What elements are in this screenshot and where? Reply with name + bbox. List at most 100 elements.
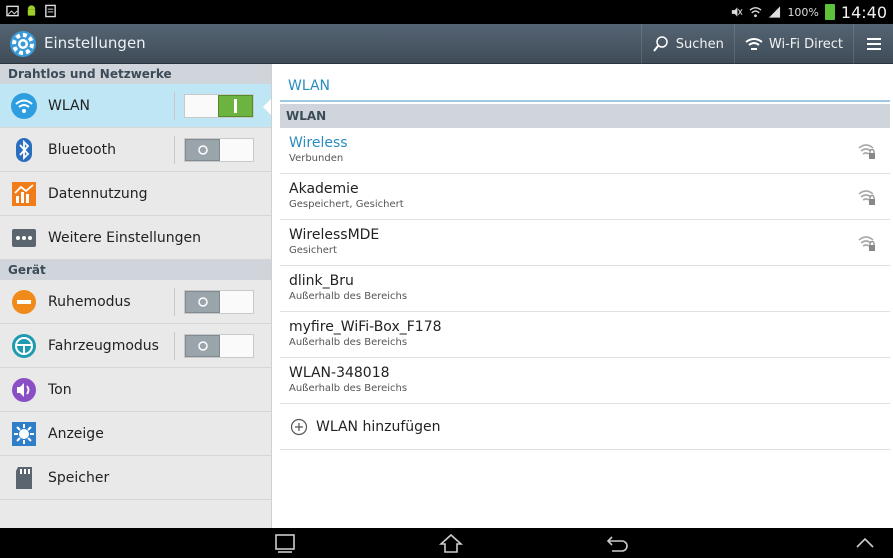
add-circle-icon bbox=[290, 418, 308, 435]
wlan-panel: WLAN WLAN Wireless Verbunden Akademie Ge… bbox=[280, 64, 893, 528]
steering-wheel-icon bbox=[12, 333, 36, 358]
menu-item-label: Bluetooth bbox=[48, 141, 116, 158]
network-status: Gesichert bbox=[289, 245, 337, 256]
network-row-wireless[interactable]: Wireless Verbunden bbox=[280, 128, 890, 174]
menu-item-display[interactable]: Anzeige bbox=[0, 412, 271, 456]
back-icon[interactable] bbox=[604, 532, 630, 554]
search-icon bbox=[653, 36, 668, 52]
overflow-menu-button[interactable] bbox=[853, 24, 893, 64]
toggle-knob bbox=[185, 139, 220, 161]
title-divider bbox=[280, 100, 890, 102]
section-header-device: Gerät bbox=[0, 260, 271, 280]
notes-icon bbox=[45, 4, 56, 18]
menu-item-label: Ton bbox=[48, 381, 72, 398]
toggle-track bbox=[220, 291, 253, 313]
action-bar: Einstellungen Suchen Wi-Fi Direct bbox=[0, 24, 893, 64]
network-name: Wireless bbox=[289, 135, 348, 151]
menu-item-car-mode[interactable]: Fahrzeugmodus bbox=[0, 324, 271, 368]
home-icon[interactable] bbox=[438, 532, 464, 554]
network-list: Wireless Verbunden Akademie Gespeichert,… bbox=[280, 128, 890, 450]
more-icon bbox=[12, 228, 36, 247]
network-status: Außerhalb des Bereichs bbox=[289, 337, 408, 348]
add-network-button[interactable]: WLAN hinzufügen bbox=[280, 404, 890, 450]
secured-wifi-signal-icon bbox=[858, 190, 875, 205]
gallery-icon bbox=[6, 5, 19, 17]
network-row-wirelessmde[interactable]: WirelessMDE Gesichert bbox=[280, 220, 890, 266]
chevron-up-icon[interactable] bbox=[852, 532, 878, 554]
network-name: WLAN-348018 bbox=[289, 365, 390, 381]
menu-item-label: Ruhemodus bbox=[48, 293, 131, 310]
menu-item-label: Fahrzeugmodus bbox=[48, 337, 159, 354]
mute-icon bbox=[732, 7, 743, 17]
data-usage-icon bbox=[12, 181, 36, 206]
car-mode-toggle[interactable] bbox=[184, 334, 254, 358]
toggle-off-icon bbox=[197, 145, 208, 155]
bluetooth-icon bbox=[16, 137, 32, 162]
secured-wifi-signal-icon bbox=[858, 236, 875, 251]
menu-item-label: Anzeige bbox=[48, 425, 104, 442]
divider bbox=[174, 92, 175, 120]
networks-header: WLAN bbox=[280, 104, 890, 128]
recent-apps-icon[interactable] bbox=[272, 532, 298, 554]
search-label: Suchen bbox=[675, 36, 724, 52]
android-icon bbox=[27, 5, 36, 16]
storage-icon bbox=[16, 466, 32, 489]
network-status: Verbunden bbox=[289, 153, 344, 164]
menu-item-storage[interactable]: Speicher bbox=[0, 456, 271, 500]
signal-icon bbox=[769, 6, 781, 18]
menu-item-bluetooth[interactable]: Bluetooth bbox=[0, 128, 271, 172]
toggle-track bbox=[220, 335, 253, 357]
wifi-direct-label: Wi-Fi Direct bbox=[768, 36, 843, 52]
menu-item-sound[interactable]: Ton bbox=[0, 368, 271, 412]
network-status: Außerhalb des Bereichs bbox=[289, 383, 408, 394]
menu-item-sleep-mode[interactable]: Ruhemodus bbox=[0, 280, 271, 324]
wifi-direct-button[interactable]: Wi-Fi Direct bbox=[733, 24, 853, 64]
menu-icon bbox=[866, 38, 881, 50]
app-title: Einstellungen bbox=[44, 34, 146, 52]
toggle-track bbox=[185, 95, 218, 117]
section-header-wireless: Drahtlos und Netzwerke bbox=[0, 64, 271, 84]
toggle-knob bbox=[218, 95, 253, 117]
network-row-akademie[interactable]: Akademie Gespeichert, Gesichert bbox=[280, 174, 890, 220]
network-name: dlink_Bru bbox=[289, 273, 354, 289]
status-bar: 100% 14:40 bbox=[0, 0, 893, 24]
menu-item-label: Datennutzung bbox=[48, 185, 148, 202]
menu-item-label: Speicher bbox=[48, 469, 110, 486]
settings-app-icon[interactable] bbox=[8, 29, 38, 59]
toggle-knob bbox=[185, 291, 220, 313]
clock: 14:40 bbox=[840, 2, 887, 22]
panel-title: WLAN bbox=[288, 78, 331, 94]
network-name: myfire_WiFi-Box_F178 bbox=[289, 319, 442, 335]
bluetooth-toggle[interactable] bbox=[184, 138, 254, 162]
divider bbox=[174, 332, 175, 360]
add-network-label: WLAN hinzufügen bbox=[316, 418, 441, 435]
sleep-mode-toggle[interactable] bbox=[184, 290, 254, 314]
battery-percent: 100% bbox=[787, 5, 819, 19]
menu-item-label: WLAN bbox=[48, 97, 91, 114]
toggle-on-icon bbox=[233, 99, 237, 113]
menu-item-wlan[interactable]: WLAN bbox=[0, 84, 271, 128]
secured-wifi-signal-icon bbox=[858, 144, 875, 159]
toggle-off-icon bbox=[197, 297, 208, 307]
divider bbox=[174, 136, 175, 164]
battery-icon bbox=[824, 4, 835, 20]
wlan-toggle[interactable] bbox=[184, 94, 254, 118]
network-row-dlink-bru[interactable]: dlink_Bru Außerhalb des Bereichs bbox=[280, 266, 890, 312]
settings-menu: Drahtlos und Netzwerke WLAN Bluetooth Da… bbox=[0, 64, 272, 528]
toggle-knob bbox=[185, 335, 220, 357]
network-status: Außerhalb des Bereichs bbox=[289, 291, 408, 302]
search-button[interactable]: Suchen bbox=[640, 24, 734, 64]
wifi-icon bbox=[11, 92, 37, 119]
menu-item-more-settings[interactable]: Weitere Einstellungen bbox=[0, 216, 271, 260]
network-row-wlan-348018[interactable]: WLAN-348018 Außerhalb des Bereichs bbox=[280, 358, 890, 404]
network-row-myfire[interactable]: myfire_WiFi-Box_F178 Außerhalb des Berei… bbox=[280, 312, 890, 358]
network-name: WirelessMDE bbox=[289, 227, 380, 243]
menu-item-data-usage[interactable]: Datennutzung bbox=[0, 172, 271, 216]
wifi-icon bbox=[749, 7, 762, 18]
network-status: Gespeichert, Gesichert bbox=[289, 199, 404, 210]
selected-indicator bbox=[263, 98, 271, 116]
divider bbox=[174, 288, 175, 316]
toggle-off-icon bbox=[197, 341, 208, 351]
network-name: Akademie bbox=[289, 181, 359, 197]
wifi-direct-icon bbox=[745, 38, 763, 50]
